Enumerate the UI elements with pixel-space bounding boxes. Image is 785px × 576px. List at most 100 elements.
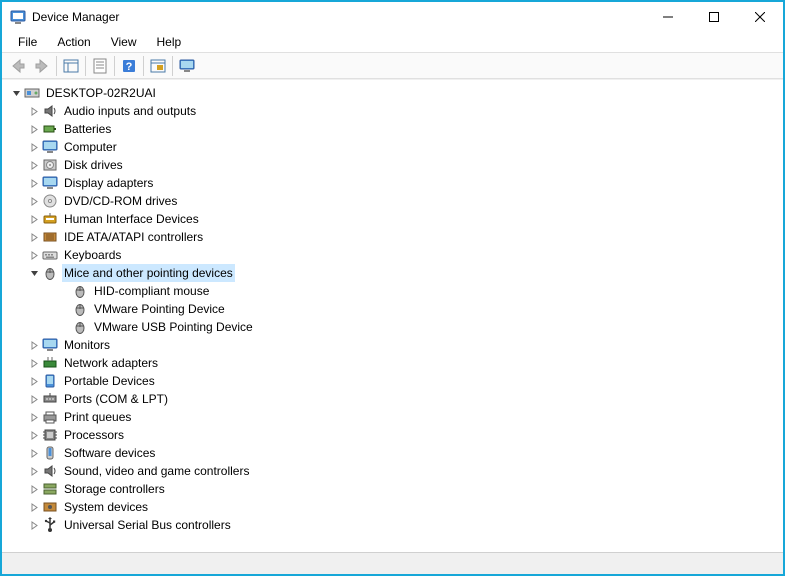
scan-button[interactable]	[146, 54, 170, 77]
expander-icon[interactable]	[28, 519, 40, 531]
mouse-icon	[72, 283, 88, 299]
tree-device[interactable]: VMware USB Pointing Device	[6, 318, 779, 336]
tree-category[interactable]: Keyboards	[6, 246, 779, 264]
expander-icon[interactable]	[28, 195, 40, 207]
expander-icon[interactable]	[10, 87, 22, 99]
mouse-icon	[42, 265, 58, 281]
disk-icon	[42, 157, 58, 173]
menu-view[interactable]: View	[103, 33, 145, 51]
expander-icon[interactable]	[28, 429, 40, 441]
maximize-button[interactable]	[691, 2, 737, 32]
expander-icon[interactable]	[28, 141, 40, 153]
tree-category[interactable]: Network adapters	[6, 354, 779, 372]
expander-icon	[58, 285, 70, 297]
expander-icon[interactable]	[28, 375, 40, 387]
tree-category[interactable]: Ports (COM & LPT)	[6, 390, 779, 408]
expander-icon[interactable]	[28, 123, 40, 135]
keyboard-icon	[42, 247, 58, 263]
toolbar-separator	[114, 56, 115, 76]
titlebar: Device Manager	[2, 2, 783, 32]
network-icon	[42, 355, 58, 371]
tree-item-label: Display adapters	[62, 174, 155, 192]
tree-item-label: System devices	[62, 498, 150, 516]
toolbar: ?	[2, 52, 783, 79]
tree-category[interactable]: Monitors	[6, 336, 779, 354]
tree-category[interactable]: DVD/CD-ROM drives	[6, 192, 779, 210]
tree-category[interactable]: Mice and other pointing devices	[6, 264, 779, 282]
tree-category[interactable]: Universal Serial Bus controllers	[6, 516, 779, 534]
tree-device[interactable]: VMware Pointing Device	[6, 300, 779, 318]
expander-icon[interactable]	[28, 231, 40, 243]
tree-item-label: Keyboards	[62, 246, 123, 264]
monitor-icon	[42, 175, 58, 191]
tree-category[interactable]: Batteries	[6, 120, 779, 138]
hid-icon	[42, 211, 58, 227]
mouse-icon	[72, 301, 88, 317]
expander-icon[interactable]	[28, 177, 40, 189]
portable-icon	[42, 373, 58, 389]
expander-icon[interactable]	[28, 213, 40, 225]
tree-device[interactable]: HID-compliant mouse	[6, 282, 779, 300]
port-icon	[42, 391, 58, 407]
close-button[interactable]	[737, 2, 783, 32]
toolbar-separator	[172, 56, 173, 76]
expander-icon[interactable]	[28, 105, 40, 117]
computer-icon	[24, 85, 40, 101]
expander-icon[interactable]	[28, 357, 40, 369]
tree-category[interactable]: Processors	[6, 426, 779, 444]
tree-category[interactable]: Sound, video and game controllers	[6, 462, 779, 480]
tree-category[interactable]: Computer	[6, 138, 779, 156]
cpu-icon	[42, 427, 58, 443]
tree-category[interactable]: Print queues	[6, 408, 779, 426]
tree-root[interactable]: DESKTOP-02R2UAI	[6, 84, 779, 102]
expander-icon[interactable]	[28, 159, 40, 171]
tree-category[interactable]: IDE ATA/ATAPI controllers	[6, 228, 779, 246]
tree-category[interactable]: Storage controllers	[6, 480, 779, 498]
speaker-icon	[42, 463, 58, 479]
tree-item-label: Sound, video and game controllers	[62, 462, 251, 480]
tree-item-label: DVD/CD-ROM drives	[62, 192, 179, 210]
tree-item-label: VMware Pointing Device	[92, 300, 227, 318]
expander-icon[interactable]	[28, 465, 40, 477]
menu-help[interactable]: Help	[149, 33, 190, 51]
toolbar-separator	[143, 56, 144, 76]
expander-icon[interactable]	[28, 339, 40, 351]
tree-category[interactable]: Disk drives	[6, 156, 779, 174]
menu-action[interactable]: Action	[49, 33, 98, 51]
tree-item-label: Network adapters	[62, 354, 160, 372]
tree-category[interactable]: Human Interface Devices	[6, 210, 779, 228]
expander-icon[interactable]	[28, 447, 40, 459]
tree-category[interactable]: Display adapters	[6, 174, 779, 192]
expander-icon[interactable]	[28, 249, 40, 261]
expander-icon[interactable]	[28, 483, 40, 495]
expander-icon[interactable]	[28, 267, 40, 279]
minimize-button[interactable]	[645, 2, 691, 32]
disc-icon	[42, 193, 58, 209]
menubar: File Action View Help	[2, 32, 783, 52]
mouse-icon	[72, 319, 88, 335]
device-tree[interactable]: DESKTOP-02R2UAI Audio inputs and outputs…	[2, 79, 783, 552]
tree-category[interactable]: Software devices	[6, 444, 779, 462]
tree-category[interactable]: Audio inputs and outputs	[6, 102, 779, 120]
toolbar-separator	[85, 56, 86, 76]
tree-category[interactable]: System devices	[6, 498, 779, 516]
tree-item-label: Portable Devices	[62, 372, 157, 390]
back-button[interactable]	[6, 54, 30, 77]
show-hide-tree-button[interactable]	[59, 54, 83, 77]
properties-button[interactable]	[88, 54, 112, 77]
forward-button[interactable]	[30, 54, 54, 77]
printer-icon	[42, 409, 58, 425]
monitor-icon-button[interactable]	[175, 54, 199, 77]
speaker-icon	[42, 103, 58, 119]
tree-item-label: Computer	[62, 138, 119, 156]
expander-icon[interactable]	[28, 501, 40, 513]
help-button[interactable]: ?	[117, 54, 141, 77]
tree-category[interactable]: Portable Devices	[6, 372, 779, 390]
tree-item-label: VMware USB Pointing Device	[92, 318, 255, 336]
menu-file[interactable]: File	[10, 33, 45, 51]
tree-item-label: Software devices	[62, 444, 157, 462]
tree-item-label: Ports (COM & LPT)	[62, 390, 170, 408]
expander-icon[interactable]	[28, 393, 40, 405]
expander-icon[interactable]	[28, 411, 40, 423]
battery-icon	[42, 121, 58, 137]
